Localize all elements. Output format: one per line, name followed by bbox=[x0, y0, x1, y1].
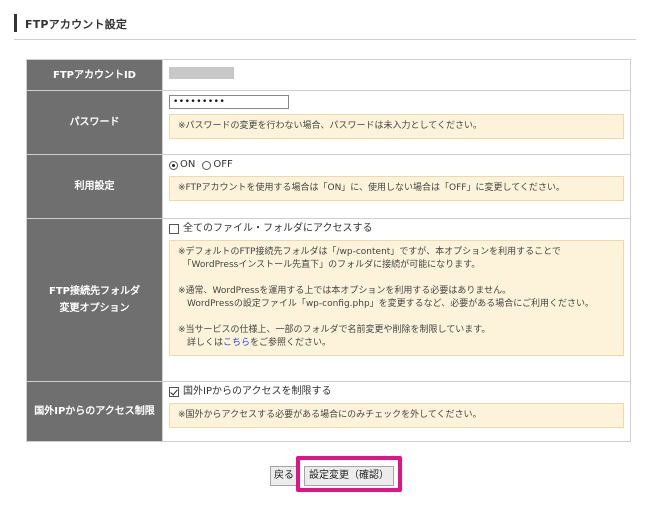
ftp-settings-form: FTPアカウントID パスワード ••••••••• ※パスワードの変更を行わな… bbox=[26, 59, 631, 442]
account-id-redacted bbox=[169, 67, 234, 79]
password-cell: ••••••••• ※パスワードの変更を行わない場合、パスワードは未入力としてく… bbox=[162, 90, 631, 155]
usage-note-text: ※FTPアカウントを使用する場合は「ON」に、使用しない場合は「OFF」に変更し… bbox=[178, 183, 565, 193]
folder-option-cell: 全てのファイル・フォルダにアクセスする ※デフォルトのFTP接続先フォルダは「/… bbox=[162, 218, 631, 382]
password-label: パスワード bbox=[26, 90, 163, 155]
folder-note-p3-pre: 詳しくは bbox=[178, 338, 224, 348]
password-input[interactable]: ••••••••• bbox=[169, 95, 289, 109]
row-usage: 利用設定 ON OFF ※FTPアカウントを使用する場合は「ON」に、使用しない… bbox=[26, 154, 631, 219]
form-actions: 戻る 設定変更（確認） bbox=[0, 456, 650, 492]
row-account-id: FTPアカウントID bbox=[26, 59, 631, 91]
folder-note-p3-post: をご参照ください。 bbox=[250, 338, 332, 348]
row-folder-option: FTP接続先フォルダ 変更オプション 全てのファイル・フォルダにアクセスする ※… bbox=[26, 218, 631, 382]
foreign-ip-restrict-label[interactable]: 国外IPからのアクセスを制限する bbox=[183, 386, 331, 398]
section-header: FTPアカウント設定 bbox=[14, 12, 636, 40]
folder-all-access-row[interactable]: 全てのファイル・フォルダにアクセスする bbox=[169, 223, 624, 235]
foreign-ip-note-text: ※国外からアクセスする必要がある場合にのみチェックを外してください。 bbox=[178, 410, 482, 420]
foreign-ip-note: ※国外からアクセスする必要がある場合にのみチェックを外してください。 bbox=[169, 403, 624, 428]
folder-option-label: FTP接続先フォルダ 変更オプション bbox=[26, 218, 163, 382]
folder-note-p2: ※通常、WordPressを運用する上では本オプションを利用する必要はありません… bbox=[178, 286, 595, 309]
details-link[interactable]: こちら bbox=[223, 338, 250, 348]
folder-option-label-line2: 変更オプション bbox=[59, 303, 130, 314]
folder-all-access-checkbox[interactable] bbox=[169, 224, 179, 234]
usage-label: 利用設定 bbox=[26, 154, 163, 219]
usage-radio-group: ON OFF bbox=[169, 159, 624, 171]
usage-on-label[interactable]: ON bbox=[180, 159, 195, 171]
submit-confirm-button[interactable]: 設定変更（確認） bbox=[304, 466, 394, 486]
account-id-value-cell bbox=[162, 59, 631, 91]
folder-note-p3-line1: ※当サービスの仕様上、一部のフォルダで名前変更や削除を制限しています。 bbox=[178, 325, 491, 335]
page-title: FTPアカウント設定 bbox=[25, 18, 128, 31]
foreign-ip-cell: 国外IPからのアクセスを制限する ※国外からアクセスする必要がある場合にのみチェ… bbox=[162, 381, 631, 442]
usage-off-label[interactable]: OFF bbox=[213, 159, 232, 171]
password-note: ※パスワードの変更を行わない場合、パスワードは未入力としてください。 bbox=[169, 114, 624, 139]
password-note-text: ※パスワードの変更を行わない場合、パスワードは未入力としてください。 bbox=[178, 121, 483, 131]
title-accent-bar bbox=[14, 14, 17, 32]
foreign-ip-restrict-checkbox[interactable] bbox=[169, 387, 179, 397]
folder-all-access-label[interactable]: 全てのファイル・フォルダにアクセスする bbox=[183, 223, 373, 235]
row-password: パスワード ••••••••• ※パスワードの変更を行わない場合、パスワードは未… bbox=[26, 90, 631, 155]
folder-option-label-line1: FTP接続先フォルダ bbox=[49, 286, 140, 297]
back-button[interactable]: 戻る bbox=[270, 466, 298, 486]
foreign-ip-restrict-row[interactable]: 国外IPからのアクセスを制限する bbox=[169, 386, 624, 398]
usage-note: ※FTPアカウントを使用する場合は「ON」に、使用しない場合は「OFF」に変更し… bbox=[169, 176, 624, 201]
account-id-label: FTPアカウントID bbox=[26, 59, 163, 91]
folder-note: ※デフォルトのFTP接続先フォルダは「/wp-content」ですが、本オプショ… bbox=[169, 240, 624, 356]
folder-note-p1: ※デフォルトのFTP接続先フォルダは「/wp-content」ですが、本オプショ… bbox=[178, 247, 561, 270]
usage-cell: ON OFF ※FTPアカウントを使用する場合は「ON」に、使用しない場合は「O… bbox=[162, 154, 631, 219]
foreign-ip-label: 国外IPからのアクセス制限 bbox=[26, 381, 163, 442]
usage-on-radio[interactable] bbox=[169, 160, 178, 170]
usage-off-radio[interactable] bbox=[202, 160, 212, 170]
row-foreign-ip: 国外IPからのアクセス制限 国外IPからのアクセスを制限する ※国外からアクセス… bbox=[26, 381, 631, 442]
folder-note-p3: ※当サービスの仕様上、一部のフォルダで名前変更や削除を制限しています。 詳しくは… bbox=[178, 324, 615, 350]
